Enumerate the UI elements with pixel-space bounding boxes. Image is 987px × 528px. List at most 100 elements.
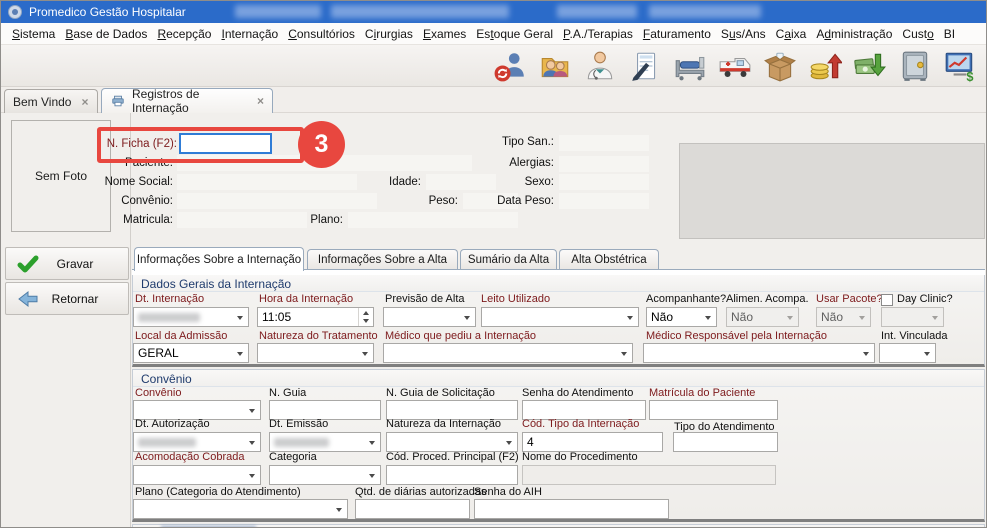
dropdown-arrow-icon[interactable] bbox=[244, 401, 260, 419]
natureza-internacao-combobox[interactable] bbox=[386, 432, 518, 452]
cod-proced-principal-input[interactable] bbox=[386, 465, 518, 485]
cod-tipo-internacao-label: Cód. Tipo da Internação bbox=[522, 418, 639, 430]
safe-icon[interactable] bbox=[897, 48, 933, 84]
medico-pediu-label: Médico que pediu a Internação bbox=[385, 330, 536, 342]
acomodacao-cobrada-combobox[interactable] bbox=[133, 465, 261, 485]
money-up-icon[interactable] bbox=[807, 48, 843, 84]
dropdown-arrow-icon[interactable] bbox=[364, 433, 380, 451]
qtd-diarias-input[interactable] bbox=[355, 499, 470, 519]
redacted-title-text bbox=[235, 5, 321, 18]
dropdown-arrow-icon[interactable] bbox=[244, 466, 260, 484]
dt-internacao-combobox[interactable] bbox=[133, 307, 249, 327]
convenio-header bbox=[133, 370, 984, 387]
n-guia-input[interactable] bbox=[269, 400, 381, 420]
dropdown-arrow-icon[interactable] bbox=[232, 344, 248, 362]
leito-utilizado-combobox[interactable] bbox=[481, 307, 639, 327]
medico-responsavel-combobox[interactable] bbox=[643, 343, 875, 363]
menu-item-estoque-geral[interactable]: Estoque Geral bbox=[471, 27, 558, 41]
plano-categoria-combobox[interactable] bbox=[133, 499, 348, 519]
close-tab-icon[interactable]: × bbox=[257, 94, 264, 108]
menu-item-consult-rios[interactable]: Consultórios bbox=[283, 27, 360, 41]
day-clinic-checkbox[interactable] bbox=[881, 294, 893, 306]
form-tab-alta-obst-trica[interactable]: Alta Obstétrica bbox=[559, 249, 659, 270]
close-tab-icon[interactable]: × bbox=[81, 95, 88, 109]
data-peso-value bbox=[559, 193, 649, 209]
categoria-combobox[interactable] bbox=[269, 465, 381, 485]
medico-pediu-combobox[interactable] bbox=[383, 343, 633, 363]
acompanhante-combobox[interactable]: Não bbox=[646, 307, 717, 327]
ambulance-icon[interactable] bbox=[717, 48, 753, 84]
menu-item-administra-o[interactable]: Administração bbox=[811, 27, 897, 41]
dropdown-arrow-icon[interactable] bbox=[622, 308, 638, 326]
dropdown-arrow-icon[interactable] bbox=[501, 433, 517, 451]
menu-item-exames[interactable]: Exames bbox=[418, 27, 471, 41]
sexo-value bbox=[559, 174, 649, 190]
document-pen-icon[interactable] bbox=[627, 48, 663, 84]
gravar-button[interactable]: Gravar bbox=[5, 247, 129, 280]
dt-autorizacao-combobox[interactable] bbox=[133, 432, 261, 452]
dropdown-arrow-icon[interactable] bbox=[232, 308, 248, 326]
redacted-title-text bbox=[557, 5, 637, 18]
patients-folder-icon[interactable] bbox=[537, 48, 573, 84]
menu-item-sistema[interactable]: Sistema bbox=[7, 27, 60, 41]
form-tab-sum-rio-da-alta[interactable]: Sumário da Alta bbox=[460, 249, 557, 270]
matricula-paciente-input[interactable] bbox=[649, 400, 778, 420]
dropdown-arrow-icon[interactable] bbox=[858, 344, 874, 362]
form-tab-informa-es-sobre-a-alta[interactable]: Informações Sobre a Alta bbox=[307, 249, 458, 270]
nome-procedimento-input bbox=[522, 465, 776, 485]
dropdown-arrow-icon[interactable] bbox=[700, 308, 716, 326]
usar-pacote-combobox: Não bbox=[816, 307, 871, 327]
retornar-button[interactable]: Retornar bbox=[5, 282, 129, 315]
menu-item-caixa[interactable]: Caixa bbox=[771, 27, 812, 41]
sync-user-icon[interactable] bbox=[492, 48, 528, 84]
tipo-atendimento-input[interactable] bbox=[673, 432, 778, 452]
previsao-alta-combobox[interactable] bbox=[383, 307, 476, 327]
menu-item-bi[interactable]: BI bbox=[939, 27, 960, 41]
hora-internacao-spinner[interactable]: 11:05 bbox=[257, 307, 374, 327]
dropdown-arrow-icon[interactable] bbox=[459, 308, 475, 326]
cod-tipo-internacao-input[interactable]: 4 bbox=[522, 432, 663, 452]
dropdown-arrow-icon[interactable] bbox=[364, 466, 380, 484]
tipo-san-value bbox=[559, 135, 649, 151]
menu-item-interna-o[interactable]: Internação bbox=[216, 27, 283, 41]
menu-item-recep-o[interactable]: Recepção bbox=[152, 27, 216, 41]
senha-atendimento-input[interactable] bbox=[522, 400, 646, 420]
convenio-label: Convênio: bbox=[93, 195, 173, 207]
convenio-combobox[interactable] bbox=[133, 400, 261, 420]
doctor-icon[interactable] bbox=[582, 48, 618, 84]
int-vinculada-combobox[interactable] bbox=[879, 343, 936, 363]
spinner-buttons-icon[interactable] bbox=[358, 308, 373, 326]
local-admissao-combobox[interactable]: GERAL bbox=[133, 343, 249, 363]
document-tab-registros-de-interna-o[interactable]: Registros de Internação× bbox=[101, 88, 273, 113]
dropdown-arrow-icon[interactable] bbox=[616, 344, 632, 362]
medico-responsavel-label: Médico Responsável pela Internação bbox=[646, 330, 827, 342]
int-vinculada-label: Int. Vinculada bbox=[881, 330, 947, 342]
dt-emissao-combobox[interactable] bbox=[269, 432, 381, 452]
menu-item-custo[interactable]: Custo bbox=[897, 27, 938, 41]
printer-icon bbox=[110, 94, 126, 108]
menu-item-sus-ans[interactable]: Sus/Ans bbox=[716, 27, 771, 41]
n-guia-solicitacao-input[interactable] bbox=[386, 400, 518, 420]
dropdown-arrow-icon[interactable] bbox=[331, 500, 347, 518]
senha-aih-input[interactable] bbox=[474, 499, 669, 519]
dropdown-arrow-icon[interactable] bbox=[244, 433, 260, 451]
natureza-tratamento-combobox[interactable] bbox=[257, 343, 374, 363]
menu-item-base-de-dados[interactable]: Base de Dados bbox=[60, 27, 152, 41]
menu-item-cirurgias[interactable]: Cirurgias bbox=[360, 27, 418, 41]
menu-bar: SistemaBase de DadosRecepçãoInternaçãoCo… bbox=[1, 23, 986, 45]
money-down-icon[interactable] bbox=[852, 48, 888, 84]
dropdown-arrow-icon[interactable] bbox=[919, 344, 935, 362]
hospital-bed-icon[interactable] bbox=[672, 48, 708, 84]
menu-item-faturamento[interactable]: Faturamento bbox=[638, 27, 716, 41]
convenio-field-label: Convênio bbox=[135, 387, 181, 399]
menu-item-p-a-terapias[interactable]: P.A./Terapias bbox=[558, 27, 638, 41]
stock-box-icon[interactable] bbox=[762, 48, 798, 84]
form-tab-informa-es-sobre-a-interna-o[interactable]: Informações Sobre a Internação bbox=[134, 247, 304, 271]
dropdown-arrow-icon[interactable] bbox=[357, 344, 373, 362]
chart-money-icon[interactable]: $ bbox=[942, 48, 978, 84]
window-title: Promedico Gestão Hospitalar bbox=[29, 1, 186, 23]
document-tab-bem-vindo[interactable]: Bem Vindo× bbox=[4, 89, 98, 113]
patient-notes-panel[interactable] bbox=[679, 143, 985, 239]
redacted-date bbox=[138, 313, 200, 322]
redacted-title-text bbox=[331, 5, 509, 18]
